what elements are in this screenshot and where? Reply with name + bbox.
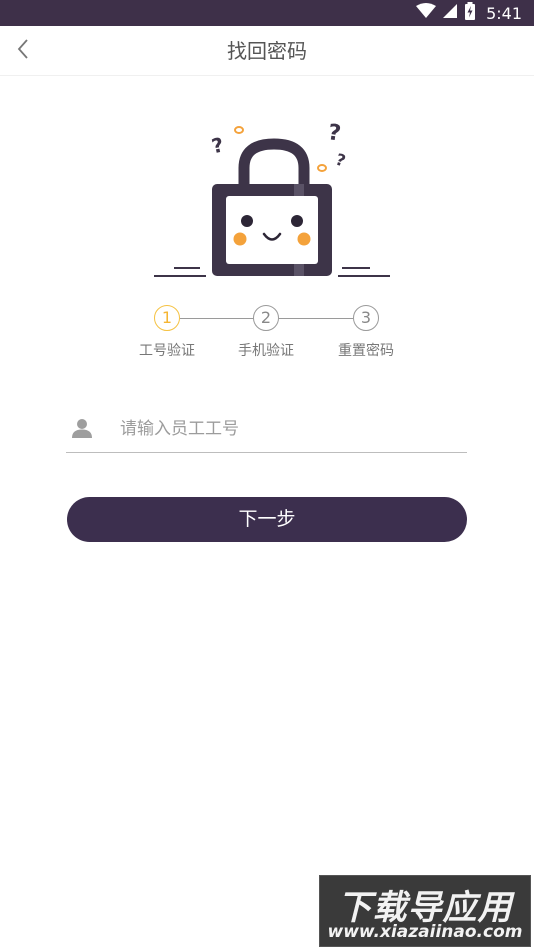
watermark: 下载导应用 www.xiazaiinao.com	[319, 875, 531, 947]
header: 找回密码	[0, 26, 534, 76]
employee-id-field	[66, 404, 467, 453]
step-label: 工号验证	[139, 343, 195, 359]
svg-text:?: ?	[326, 120, 342, 147]
step-number: 2	[253, 305, 279, 331]
step-label: 重置密码	[338, 343, 394, 359]
next-step-button[interactable]: 下一步	[67, 497, 467, 542]
employee-id-input[interactable]	[120, 412, 450, 446]
wifi-icon	[416, 3, 437, 23]
lock-illustration: ? ? ?	[150, 118, 392, 284]
svg-text:?: ?	[333, 150, 348, 171]
step-label: 手机验证	[238, 343, 294, 359]
signal-icon	[442, 3, 458, 23]
clock: 5:41	[486, 3, 522, 23]
step-number: 3	[353, 305, 379, 331]
status-icons: 5:41	[416, 2, 522, 24]
battery-icon	[464, 2, 476, 24]
svg-text:?: ?	[209, 133, 225, 159]
step-indicator: 1 工号验证 2 手机验证 3 重置密码	[0, 304, 534, 364]
step-employee-id: 1 工号验证	[122, 304, 212, 360]
step-number: 1	[154, 305, 180, 331]
watermark-url: www.xiazaiinao.com	[327, 922, 523, 942]
user-icon	[72, 418, 92, 438]
step-phone: 2 手机验证	[221, 304, 311, 360]
page-title: 找回密码	[227, 39, 307, 63]
status-bar: 5:41	[0, 0, 534, 26]
step-reset-password: 3 重置密码	[321, 304, 411, 360]
